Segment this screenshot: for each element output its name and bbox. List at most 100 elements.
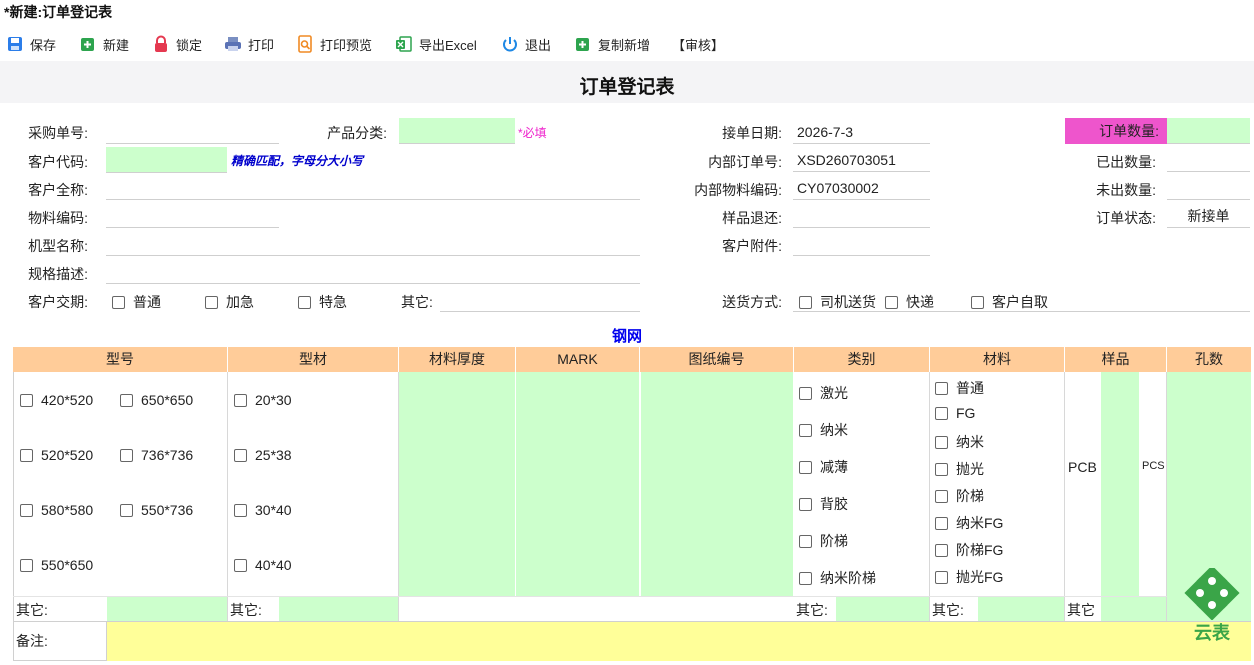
category-option-nano-step[interactable]: 纳米阶梯 xyxy=(799,568,876,588)
material-other-input[interactable] xyxy=(978,597,1064,621)
model-option-420x520[interactable]: 420*520 xyxy=(20,392,93,408)
checkbox[interactable] xyxy=(205,295,218,309)
product-category-input[interactable] xyxy=(399,118,515,144)
order-status-input[interactable] xyxy=(1167,204,1250,228)
profile-option-20x30[interactable]: 20*30 xyxy=(234,392,292,408)
export-excel-label: 导出Excel xyxy=(419,37,477,53)
profile-option-30x40[interactable]: 30*40 xyxy=(234,502,292,518)
model-option-650x650[interactable]: 650*650 xyxy=(120,392,193,408)
model-option-736x736[interactable]: 736*736 xyxy=(120,447,193,463)
customer-fullname-input[interactable] xyxy=(106,176,640,200)
receive-date-label: 接单日期: xyxy=(722,125,782,141)
export-excel-button[interactable]: 导出Excel xyxy=(395,33,477,55)
copy-new-button[interactable]: 复制新增 xyxy=(574,33,650,55)
model-name-label: 机型名称: xyxy=(28,238,88,254)
delivery-term-very-urgent[interactable]: 特急 xyxy=(298,292,347,312)
col-header-drawing-no: 图纸编号 xyxy=(640,347,794,372)
material-code-input[interactable] xyxy=(106,204,279,228)
col-header-sample: 样品 xyxy=(1065,347,1167,372)
material-option-fg[interactable]: FG xyxy=(935,405,975,421)
checkbox[interactable] xyxy=(885,295,898,309)
mark-input[interactable] xyxy=(516,372,639,596)
model-option-550x736[interactable]: 550*736 xyxy=(120,502,193,518)
delivery-term-other-input[interactable] xyxy=(440,288,640,312)
sample-other-input[interactable] xyxy=(1101,597,1166,621)
profile-option-25x38[interactable]: 25*38 xyxy=(234,447,292,463)
purchase-no-input[interactable] xyxy=(106,120,279,144)
delivery-method-driver[interactable]: 司机送货 xyxy=(799,292,876,312)
toolbar: 保存 新建 锁定 打印 打印预览 导出Excel 退出 复制新增 【审核】 xyxy=(0,28,1254,58)
profile-other-input[interactable] xyxy=(279,597,398,621)
customer-attachment-input[interactable] xyxy=(793,232,930,256)
remark-input[interactable] xyxy=(107,621,1251,661)
exit-button[interactable]: 退出 xyxy=(501,33,551,55)
checkbox[interactable] xyxy=(799,295,812,309)
receive-date-input[interactable] xyxy=(793,120,930,144)
copy-new-label: 复制新增 xyxy=(598,37,651,53)
sample-return-label: 样品退还: xyxy=(722,210,782,226)
customer-attachment-label: 客户附件: xyxy=(722,238,782,254)
category-option-step[interactable]: 阶梯 xyxy=(799,531,848,551)
sample-unit-label: PCS xyxy=(1142,460,1165,472)
print-preview-button[interactable]: 打印预览 xyxy=(296,33,372,55)
material-other-label: 其它: xyxy=(932,602,964,618)
category-option-nano[interactable]: 纳米 xyxy=(799,420,848,440)
review-label: 【审核】 xyxy=(672,37,725,53)
delivery-method-express[interactable]: 快递 xyxy=(885,292,934,312)
col-header-hole-count: 孔数 xyxy=(1167,347,1251,372)
model-name-input[interactable] xyxy=(106,232,640,256)
model-option-550x650[interactable]: 550*650 xyxy=(20,557,93,573)
order-qty-label: 订单数量: xyxy=(1065,118,1167,144)
internal-order-no-label: 内部订单号: xyxy=(708,154,782,170)
new-icon xyxy=(81,38,94,51)
checkbox[interactable] xyxy=(298,295,311,309)
unshipped-qty-input[interactable] xyxy=(1167,176,1250,200)
material-option-polish-fg[interactable]: 抛光FG xyxy=(935,567,1003,587)
material-option-nano[interactable]: 纳米 xyxy=(935,432,984,452)
material-option-step[interactable]: 阶梯 xyxy=(935,486,984,506)
customer-code-input[interactable] xyxy=(106,147,227,173)
delivery-method-pickup[interactable]: 客户自取 xyxy=(971,292,1048,312)
material-option-step-fg[interactable]: 阶梯FG xyxy=(935,540,1003,560)
new-button[interactable]: 新建 xyxy=(79,33,129,55)
sample-return-input[interactable] xyxy=(793,204,930,228)
form-title: 订单登记表 xyxy=(579,77,675,98)
window-title: *新建:订单登记表 xyxy=(4,4,113,20)
sample-pcb-qty-input[interactable] xyxy=(1101,372,1139,596)
product-category-label: 产品分类: xyxy=(327,125,387,141)
material-option-nano-fg[interactable]: 纳米FG xyxy=(935,513,1003,533)
category-option-thinning[interactable]: 减薄 xyxy=(799,457,848,477)
purchase-no-label: 采购单号: xyxy=(28,125,88,141)
order-status-label: 订单状态: xyxy=(1096,210,1156,226)
delivery-term-urgent[interactable]: 加急 xyxy=(205,292,254,312)
col-header-category: 类别 xyxy=(794,347,930,372)
col-header-thickness: 材料厚度 xyxy=(399,347,516,372)
delivery-term-normal[interactable]: 普通 xyxy=(112,292,161,312)
drawing-no-input[interactable] xyxy=(641,372,793,596)
shipped-qty-input[interactable] xyxy=(1167,148,1250,172)
thickness-input[interactable] xyxy=(399,372,515,596)
material-option-normal[interactable]: 普通 xyxy=(935,378,984,398)
checkbox[interactable] xyxy=(971,295,984,309)
model-option-520x520[interactable]: 520*520 xyxy=(20,447,93,463)
model-other-input[interactable] xyxy=(107,597,227,621)
material-option-polish[interactable]: 抛光 xyxy=(935,459,984,479)
spec-desc-input[interactable] xyxy=(106,260,640,284)
print-button[interactable]: 打印 xyxy=(224,33,274,55)
review-button[interactable]: 【审核】 xyxy=(672,33,724,55)
category-option-backing[interactable]: 背胶 xyxy=(799,494,848,514)
category-option-laser[interactable]: 激光 xyxy=(799,383,848,403)
save-button[interactable]: 保存 xyxy=(6,33,56,55)
internal-material-code-label: 内部物料编码: xyxy=(694,182,782,198)
yunbiao-logo: 云表 xyxy=(1184,565,1240,648)
checkbox[interactable] xyxy=(112,295,125,309)
order-qty-input[interactable] xyxy=(1167,118,1250,144)
lock-button[interactable]: 锁定 xyxy=(152,33,202,55)
internal-order-no-input[interactable] xyxy=(793,148,930,172)
category-other-input[interactable] xyxy=(836,597,929,621)
internal-material-code-input[interactable] xyxy=(793,176,930,200)
model-option-580x580[interactable]: 580*580 xyxy=(20,502,93,518)
profile-option-40x40[interactable]: 40*40 xyxy=(234,557,292,573)
new-label: 新建 xyxy=(103,37,130,53)
unshipped-qty-label: 未出数量: xyxy=(1096,182,1156,198)
